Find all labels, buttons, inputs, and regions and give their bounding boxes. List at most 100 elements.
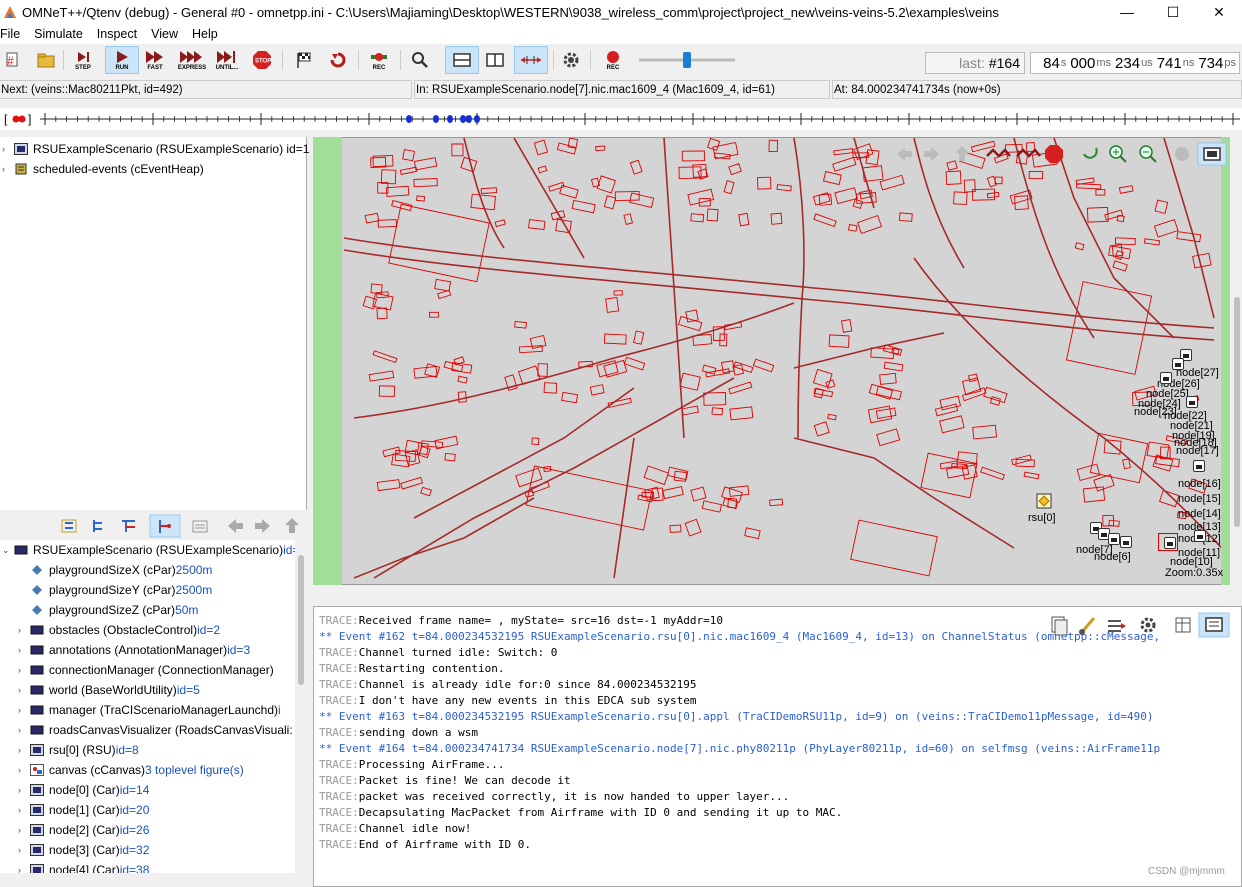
record-button[interactable]: REC: [366, 46, 392, 74]
expand-arrow-icon[interactable]: ›: [18, 845, 30, 855]
rsu-marker[interactable]: [1036, 493, 1052, 509]
menu-view[interactable]: View: [145, 27, 186, 41]
up-arrow-icon[interactable]: [955, 146, 969, 161]
group-by-icon[interactable]: [61, 519, 77, 533]
car-icon[interactable]: [1186, 396, 1198, 408]
tree-vertical-scrollbar[interactable]: [295, 540, 307, 873]
minimize-button[interactable]: —: [1104, 0, 1150, 24]
menu-help[interactable]: Help: [186, 27, 226, 41]
finish-button[interactable]: [292, 46, 316, 74]
expand-arrow-icon[interactable]: ›: [18, 785, 30, 795]
new-network-button[interactable]: #: [2, 46, 24, 74]
stop-icon[interactable]: [1045, 145, 1063, 163]
refresh-icon[interactable]: [1083, 147, 1098, 159]
layers-icon[interactable]: [1203, 147, 1221, 161]
forward-arrow-icon[interactable]: [255, 519, 270, 533]
next-event-icon[interactable]: [1016, 148, 1041, 158]
tree-item-scheduled-events[interactable]: › scheduled-events (cEventHeap): [2, 159, 204, 179]
expand-arrow-icon[interactable]: ›: [2, 164, 14, 174]
event-log[interactable]: TRACE:Received frame name= , myState= sr…: [313, 606, 1242, 887]
tree-item[interactable]: › node[4] (Car) id=38: [18, 860, 149, 873]
tree-horizontal-scrollbar[interactable]: [0, 873, 307, 887]
tree-item[interactable]: › obstacles (ObstacleControl) id=2: [18, 620, 220, 640]
car-icon[interactable]: [1172, 358, 1184, 370]
gear-icon[interactable]: [1140, 617, 1156, 633]
run-button[interactable]: RUN: [105, 46, 139, 74]
until-button[interactable]: UNTIL...: [211, 46, 243, 74]
back-arrow-icon[interactable]: [897, 147, 912, 161]
rebuild-button[interactable]: [326, 46, 350, 74]
expand-arrow-icon[interactable]: ›: [18, 825, 30, 835]
network-canvas[interactable]: [313, 137, 1230, 585]
tree-item[interactable]: › node[2] (Car) id=26: [18, 820, 149, 840]
tree-item[interactable]: › canvas (cCanvas) 3 toplevel figure(s): [18, 760, 244, 780]
filter-icon[interactable]: [1108, 620, 1126, 632]
forward-arrow-icon[interactable]: [924, 147, 939, 161]
open-ini-button[interactable]: [34, 46, 58, 74]
packet-mode-icon[interactable]: [192, 520, 208, 533]
tree-item[interactable]: › annotations (AnnotationManager) id=3: [18, 640, 250, 660]
menu-simulate[interactable]: Simulate: [28, 27, 91, 41]
event-timeline[interactable]: [ ]: [0, 108, 1242, 130]
animation-toggle-icon[interactable]: [1175, 147, 1189, 161]
tree-item[interactable]: › node[0] (Car) id=14: [18, 780, 149, 800]
copy-icon[interactable]: [1051, 616, 1068, 636]
timeline-toggle-button[interactable]: [514, 46, 548, 74]
animation-speed-slider[interactable]: [637, 52, 737, 68]
tree-item[interactable]: ⌄ RSUExampleScenario (RSUExampleScenario)…: [2, 540, 295, 560]
tree-item[interactable]: › roadsCanvasVisualizer (RoadsCanvasVisua…: [18, 720, 293, 740]
car-icon[interactable]: [1193, 460, 1205, 472]
layout-vertical-button[interactable]: [481, 46, 509, 74]
car-icon[interactable]: [1108, 533, 1120, 545]
maximize-button[interactable]: ☐: [1150, 0, 1196, 24]
children-view-icon[interactable]: [122, 520, 135, 532]
menu-file[interactable]: File: [0, 27, 28, 41]
tree-item[interactable]: › connectionManager (ConnectionManager): [18, 660, 274, 680]
car-icon[interactable]: [1194, 530, 1206, 542]
tree-item-network[interactable]: › RSUExampleScenario (RSUExampleScenario…: [2, 139, 309, 159]
preferences-button[interactable]: [559, 46, 583, 74]
tree-item[interactable]: › node[3] (Car) id=32: [18, 840, 149, 860]
tree-item[interactable]: › manager (TraCIScenarioManagerLaunchd) i: [18, 700, 281, 720]
expand-arrow-icon[interactable]: ›: [18, 725, 30, 735]
tree-item[interactable]: playgroundSizeY (cPar) 2500m: [18, 580, 212, 600]
back-arrow-icon[interactable]: [228, 519, 243, 533]
zoom-out-icon[interactable]: [1139, 145, 1157, 163]
tree-item[interactable]: playgroundSizeX (cPar) 2500m: [18, 560, 212, 580]
collapse-arrow-icon[interactable]: ⌄: [2, 545, 14, 556]
find-button[interactable]: [408, 46, 432, 74]
up-arrow-icon[interactable]: [285, 518, 299, 533]
find-icon[interactable]: [1079, 617, 1096, 635]
canvas-horizontal-scrollbar[interactable]: [313, 587, 1230, 603]
zoom-in-icon[interactable]: [1109, 145, 1127, 163]
log-mode-icon[interactable]: [1205, 617, 1223, 632]
tree-item[interactable]: › rsu[0] (RSU) id=8: [18, 740, 139, 760]
record-movie-button[interactable]: REC: [600, 46, 626, 74]
fast-button[interactable]: FAST: [140, 46, 170, 74]
canvas-vertical-scrollbar[interactable]: [1232, 137, 1242, 585]
messages-mode-icon[interactable]: [1175, 617, 1191, 633]
expand-arrow-icon[interactable]: ›: [18, 705, 30, 715]
prev-event-icon[interactable]: [986, 148, 1011, 158]
tree-item[interactable]: playgroundSizeZ (cPar) 50m: [18, 600, 198, 620]
expand-arrow-icon[interactable]: ›: [18, 645, 30, 655]
expand-arrow-icon[interactable]: ›: [2, 144, 14, 154]
expand-arrow-icon[interactable]: ›: [18, 745, 30, 755]
expand-arrow-icon[interactable]: ›: [18, 625, 30, 635]
flat-view-icon[interactable]: [93, 520, 102, 532]
step-button[interactable]: STEP: [70, 46, 96, 74]
expand-arrow-icon[interactable]: ›: [18, 805, 30, 815]
expand-arrow-icon[interactable]: ›: [18, 865, 30, 873]
expand-arrow-icon[interactable]: ›: [18, 765, 30, 775]
expand-arrow-icon[interactable]: ›: [18, 665, 30, 675]
express-button[interactable]: EXPRESS: [175, 46, 209, 74]
car-icon[interactable]: [1160, 372, 1172, 384]
car-icon[interactable]: [1120, 536, 1132, 548]
stop-button[interactable]: STOP: [250, 46, 274, 74]
layout-horizontal-button[interactable]: [445, 46, 479, 74]
tree-item[interactable]: › world (BaseWorldUtility) id=5: [18, 680, 200, 700]
expand-arrow-icon[interactable]: ›: [18, 685, 30, 695]
close-button[interactable]: ✕: [1196, 0, 1242, 24]
tree-item[interactable]: › node[1] (Car) id=20: [18, 800, 149, 820]
menu-inspect[interactable]: Inspect: [91, 27, 145, 41]
